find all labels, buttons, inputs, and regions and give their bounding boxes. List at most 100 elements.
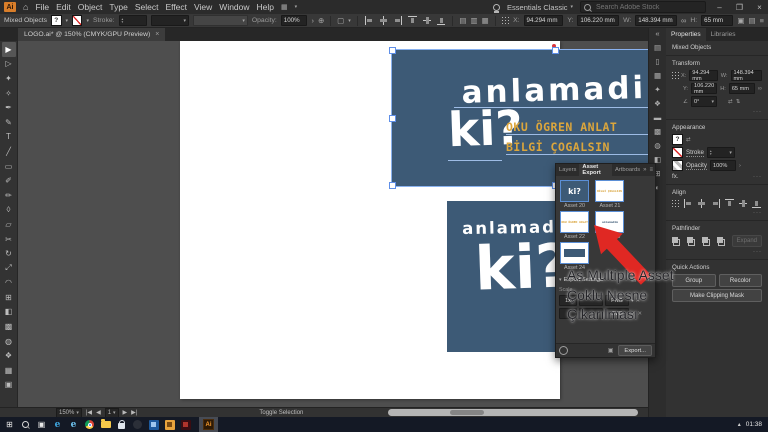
mesh-tool-icon[interactable]: ◍	[2, 334, 16, 349]
asset-thumbnail[interactable]: BİLGİ ÇOGALSIN	[595, 180, 624, 202]
align-bottom-icon[interactable]	[752, 199, 761, 208]
minimize-button[interactable]: –	[713, 3, 726, 12]
info-icon[interactable]	[559, 346, 568, 355]
align-middle-icon[interactable]	[423, 16, 431, 25]
menu-effect[interactable]: Effect	[165, 2, 187, 12]
x-field[interactable]: 94.294 mm	[689, 70, 717, 81]
scrollbar-thumb[interactable]	[450, 410, 484, 415]
appearance-more-options[interactable]: ···	[753, 174, 762, 180]
shape-builder-tool-icon[interactable]: ◧	[2, 305, 16, 320]
section-expand-icon[interactable]: ▾	[559, 277, 562, 283]
export-dialog-icon[interactable]: ▣	[608, 347, 614, 354]
h-field[interactable]: 65 mm	[729, 83, 755, 94]
stroke-swatch[interactable]	[672, 147, 683, 158]
fill-swatch[interactable]: ?	[672, 134, 683, 145]
panel-menu-icon[interactable]: ≡	[760, 16, 764, 25]
zoom-level-select[interactable]: 150%▾	[56, 408, 82, 418]
tab-close-icon[interactable]: ×	[155, 31, 159, 38]
close-button[interactable]: ×	[753, 3, 766, 12]
distribute-horizontal-icon[interactable]: ▤	[459, 16, 466, 25]
menu-type[interactable]: Type	[109, 2, 127, 12]
asset-thumbnail[interactable]: OKU ÖGREN ANLAT	[560, 211, 589, 233]
last-artboard-icon[interactable]: ▶|	[131, 409, 137, 416]
workspace-grid-icon[interactable]: ▦	[281, 3, 288, 11]
paintbrush-tool-icon[interactable]: ✐	[2, 173, 16, 188]
export-button[interactable]: Export...	[618, 345, 652, 356]
taskbar-search-icon[interactable]	[19, 418, 32, 431]
symbol-sprayer-tool-icon[interactable]: ❖	[2, 348, 16, 363]
selection-handle-w[interactable]	[389, 115, 396, 122]
panel-menu-icon[interactable]: ≡	[649, 167, 653, 173]
y-field[interactable]: 106.220 mm	[691, 83, 717, 94]
edge-icon[interactable]: e	[51, 418, 64, 431]
gradient-tool-icon[interactable]: ▩	[2, 319, 16, 334]
workspace-switcher[interactable]: Essentials Classic ▾	[507, 3, 573, 12]
menu-window[interactable]: Window	[219, 2, 249, 12]
distribute-vertical-icon[interactable]: ▥	[470, 16, 477, 25]
menu-help[interactable]: Help	[257, 2, 274, 12]
opacity-field[interactable]: 100%	[710, 160, 736, 171]
align-more-options[interactable]: ···	[672, 210, 762, 216]
menu-view[interactable]: View	[194, 2, 212, 12]
w-field[interactable]: 148.394 mm	[635, 15, 677, 26]
transform-more-options[interactable]: ···	[672, 109, 762, 115]
start-button[interactable]: ⊞	[3, 418, 16, 431]
search-input[interactable]	[594, 3, 698, 12]
dock-panel-icon[interactable]: ▤	[654, 44, 661, 52]
stroke-swatch[interactable]	[72, 15, 82, 26]
x-field[interactable]: 94.294 mm	[524, 15, 564, 26]
menu-object[interactable]: Object	[78, 2, 103, 12]
home-icon[interactable]: ⌂	[23, 2, 28, 12]
asset-thumbnail[interactable]	[560, 242, 589, 264]
curvature-tool-icon[interactable]: ✎	[2, 115, 16, 130]
opacity-swatch[interactable]	[672, 160, 683, 171]
rotate-tool-icon[interactable]: ↻	[2, 246, 16, 261]
stroke-label[interactable]: Stroke	[686, 149, 704, 157]
reference-point-locator[interactable]	[502, 17, 510, 25]
stroke-caret-icon[interactable]: ▾	[86, 18, 89, 24]
opacity-field[interactable]: 100%	[281, 15, 308, 26]
pathfinder-intersect-icon[interactable]	[702, 237, 710, 246]
fx-label[interactable]: fx.	[672, 173, 679, 180]
stroke-weight-field[interactable]: ▴▾	[119, 15, 148, 26]
artboard[interactable]: anlamadim ki? OKU ÖGREN ANLAT BİLGİ ÇOGA…	[180, 41, 560, 399]
selection-tool-icon[interactable]: ▶	[2, 42, 16, 57]
swap-fill-stroke-icon[interactable]: ⇄	[686, 137, 691, 143]
align-middle-icon[interactable]	[739, 199, 748, 208]
transform-more-icon[interactable]: ▣	[737, 16, 744, 25]
pen-tool-icon[interactable]: ✒	[2, 100, 16, 115]
rectangle-tool-icon[interactable]: ▭	[2, 159, 16, 174]
y-field[interactable]: 106.220 mm	[577, 15, 619, 26]
opacity-flyout-icon[interactable]: ›	[739, 163, 741, 169]
pathfinder-unite-icon[interactable]	[672, 237, 680, 246]
h-field[interactable]: 65 mm	[701, 15, 733, 26]
width-tool-icon[interactable]: ◠	[2, 276, 16, 291]
direct-selection-tool-icon[interactable]: ▷	[2, 57, 16, 72]
video-app-icon[interactable]	[179, 418, 192, 431]
clock-label[interactable]: 01:38	[746, 421, 762, 428]
lasso-tool-icon[interactable]: ✧	[2, 86, 16, 101]
select-similar-caret-icon[interactable]: ▾	[348, 18, 351, 24]
line-tool-icon[interactable]: ╱	[2, 144, 16, 159]
chrome-icon[interactable]	[83, 418, 96, 431]
opacity-flyout-icon[interactable]: ›	[311, 16, 314, 25]
fill-swatch[interactable]: ?	[51, 15, 61, 26]
align-right-icon[interactable]	[711, 199, 720, 208]
illustrator-taskbar-active[interactable]: Ai	[199, 417, 218, 432]
constrain-proportions-icon[interactable]: ∞	[681, 16, 686, 25]
dock-panel-icon[interactable]: ▬	[654, 114, 662, 122]
selection-handle-sw[interactable]	[389, 182, 396, 189]
shaper-tool-icon[interactable]: ◊	[2, 203, 16, 218]
asset-item[interactable]: BİLGİ ÇOGALSIN Asset 21	[595, 180, 624, 209]
tray-expand-icon[interactable]: ▴	[738, 421, 741, 428]
dock-panel-icon[interactable]: ❖	[654, 100, 661, 108]
internet-explorer-icon[interactable]: e	[67, 418, 80, 431]
tab-properties[interactable]: Properties	[666, 28, 706, 41]
recolor-button[interactable]: Recolor	[719, 274, 763, 287]
select-similar-icon[interactable]: ▢	[337, 16, 344, 25]
dock-panel-icon[interactable]: ▦	[654, 72, 661, 80]
dock-panel-icon[interactable]: ◍	[654, 142, 661, 150]
pencil-tool-icon[interactable]: ✏	[2, 188, 16, 203]
eraser-tool-icon[interactable]: ▱	[2, 217, 16, 232]
artboard-tool-icon[interactable]: ▣	[2, 378, 16, 393]
